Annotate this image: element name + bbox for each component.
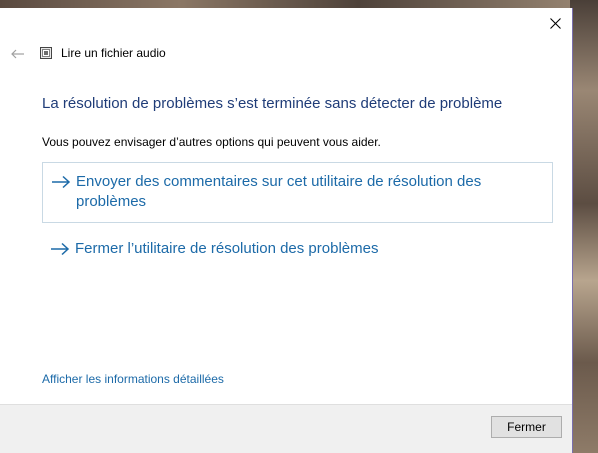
troubleshooter-window: Lire un fichier audio La résolution de p…: [0, 8, 573, 453]
desktop-background-top: [0, 0, 598, 8]
send-feedback-label: Envoyer des commentaires sur cet utilita…: [76, 173, 482, 210]
right-arrow-icon: [51, 242, 70, 256]
close-icon: [549, 17, 561, 29]
close-troubleshooter-option[interactable]: Fermer l’utilitaire de résolution des pr…: [42, 237, 553, 263]
page-heading: La résolution de problèmes s’est terminé…: [42, 95, 503, 112]
window-close-button[interactable]: [538, 10, 572, 36]
right-arrow-icon: [52, 175, 71, 189]
close-troubleshooter-label: Fermer l’utilitaire de résolution des pr…: [75, 240, 379, 257]
back-arrow-icon: [11, 49, 24, 59]
dialog-footer: Fermer: [0, 404, 572, 453]
window-title: Lire un fichier audio: [61, 46, 166, 60]
page-subtext: Vous pouvez envisager d’autres options q…: [42, 135, 381, 149]
audio-troubleshooter-icon: [40, 47, 52, 59]
back-button[interactable]: [8, 44, 28, 64]
close-button[interactable]: Fermer: [491, 416, 562, 438]
view-detailed-info-link[interactable]: Afficher les informations détaillées: [42, 372, 224, 387]
desktop-background-right: [570, 0, 598, 453]
send-feedback-option[interactable]: Envoyer des commentaires sur cet utilita…: [42, 162, 553, 223]
